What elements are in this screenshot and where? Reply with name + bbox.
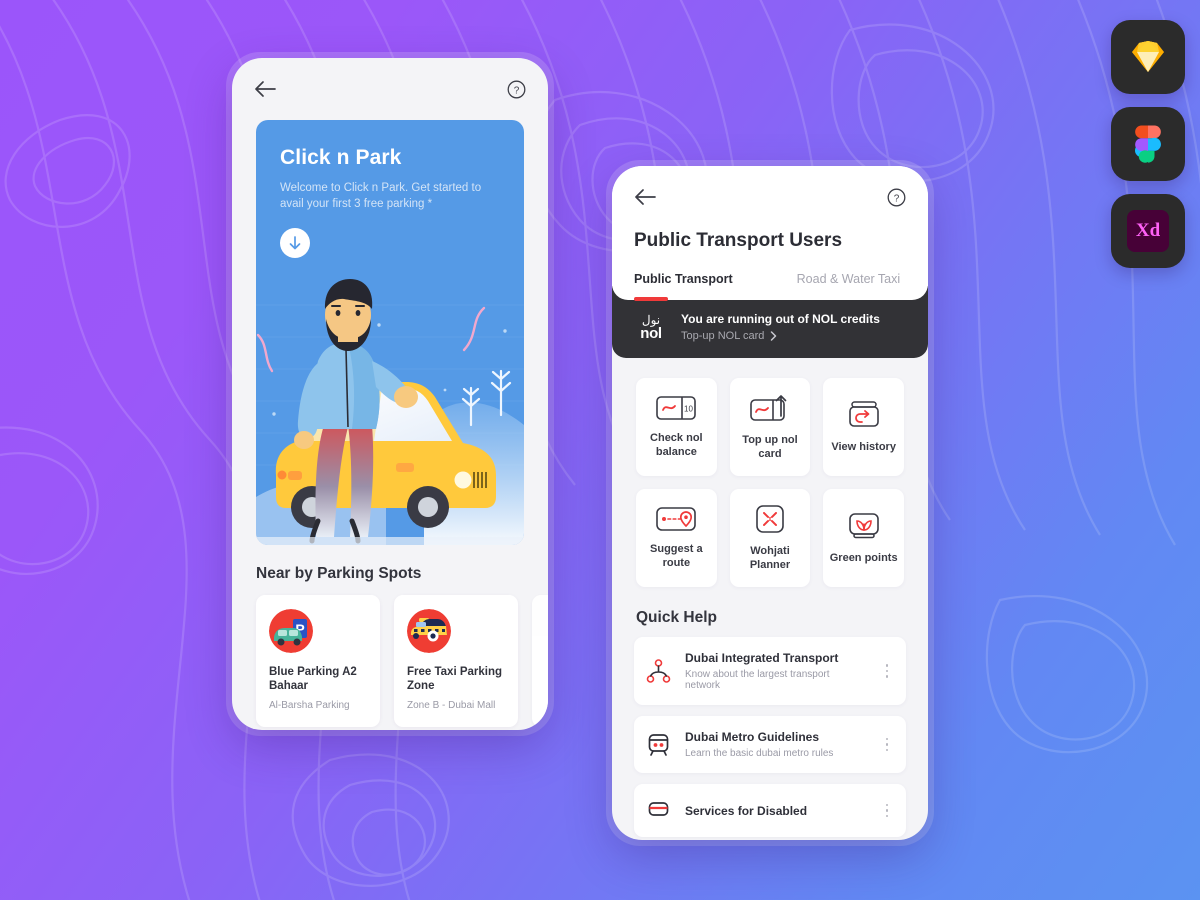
kebab-menu-icon[interactable] — [880, 737, 894, 752]
hero-title: Click n Park — [280, 146, 402, 169]
tab-road-water-taxi[interactable]: Road & Water Taxi — [797, 272, 901, 298]
spot-name: Free Taxi Parking Zone — [407, 666, 503, 692]
phone-screen-click-n-park: ? Click n Park Welcome to Click n Park. … — [232, 58, 548, 730]
nol-logo: نول nol — [634, 314, 668, 341]
tile-suggest-a-route[interactable]: Suggest a route — [636, 489, 717, 587]
nol-banner-text: You are running out of NOL credits Top-u… — [681, 312, 880, 342]
click-n-park-hero-card[interactable]: Click n Park Welcome to Click n Park. Ge… — [256, 120, 524, 545]
list-item-partial[interactable] — [532, 595, 548, 727]
design-tool-icon-rail: Xd — [1111, 20, 1185, 268]
parking-sign-car-icon: P — [269, 609, 313, 653]
tile-label: Suggest a route — [650, 542, 703, 569]
list-item[interactable]: P Blue Parking A2 Bahaar Al-Barsha Parki… — [256, 595, 380, 727]
help-name: Dubai Metro Guidelines — [685, 730, 820, 744]
metro-train-icon — [646, 732, 672, 757]
tile-top-up-nol-card[interactable]: Top up nol card — [729, 378, 811, 476]
svg-text:?: ? — [894, 193, 900, 204]
figma-app-icon[interactable] — [1111, 107, 1185, 181]
arrow-left-icon[interactable] — [254, 80, 276, 98]
question-circle-icon[interactable]: ? — [507, 80, 526, 99]
spot-sub: Zone B - Dubai Mall — [407, 700, 496, 711]
hero-subtitle: Welcome to Click n Park. Get started to … — [280, 182, 482, 210]
quick-help-title: Quick Help — [636, 609, 717, 626]
tile-view-history[interactable]: View history — [823, 378, 904, 476]
spot-sub: Al-Barsha Parking — [269, 700, 350, 711]
tile-label: Green points — [829, 551, 898, 564]
list-item[interactable]: Dubai Metro Guidelines Learn the basic d… — [634, 716, 906, 773]
tab-public-transport[interactable]: Public Transport — [634, 272, 733, 301]
svg-text:?: ? — [514, 85, 520, 96]
phone-screen-public-transport: ? Public Transport Users Public Transpor… — [612, 166, 928, 840]
man-with-car-illustration — [256, 279, 524, 545]
sketch-app-icon[interactable] — [1111, 20, 1185, 94]
kebab-menu-icon[interactable] — [880, 803, 894, 818]
phone1-navbar: ? — [232, 58, 548, 120]
phone2-navbar: ? — [612, 166, 928, 228]
spot-name: Blue Parking A2 Bahaar — [269, 666, 357, 692]
adobe-xd-app-icon[interactable]: Xd — [1111, 194, 1185, 268]
tile-wohjati-planner[interactable]: Wohjati Planner — [729, 489, 811, 587]
help-desc: Learn the basic dubai metro rules — [685, 748, 834, 759]
arrow-down-icon[interactable] — [280, 228, 310, 258]
help-text: Services for Disabled — [685, 804, 867, 818]
nol-banner-message: You are running out of NOL credits — [681, 312, 880, 326]
arrow-left-icon[interactable] — [634, 188, 656, 206]
topographic-background-pattern — [0, 0, 1200, 900]
transport-network-icon — [646, 658, 672, 684]
help-desc: Know about the largest transport network — [685, 669, 830, 691]
page-title: Public Transport Users — [634, 230, 843, 251]
help-name: Dubai Integrated Transport — [685, 651, 839, 665]
tab-bar: Public Transport Road & Water Taxi — [612, 252, 928, 301]
chevron-right-icon — [771, 331, 777, 341]
list-item[interactable]: Free Taxi Parking Zone Zone B - Dubai Ma… — [394, 595, 518, 727]
phone2-header: ? Public Transport Users Public Transpor… — [612, 166, 928, 301]
nol-card-topup-icon — [750, 394, 787, 421]
list-item[interactable]: Dubai Integrated Transport Know about th… — [634, 637, 906, 705]
nearby-parking-title: Near by Parking Spots — [256, 565, 422, 582]
hero-text-block: Click n Park Welcome to Click n Park. Ge… — [256, 120, 524, 258]
svg-text:10: 10 — [684, 404, 693, 413]
question-circle-icon[interactable]: ? — [887, 188, 906, 207]
nol-topup-label: Top-up NOL card — [681, 330, 765, 342]
kebab-menu-icon[interactable] — [880, 664, 894, 678]
nol-card-balance-icon: 10 — [656, 395, 697, 420]
tile-label: Wohjati Planner — [749, 544, 791, 571]
help-text: Dubai Metro Guidelines Learn the basic d… — [685, 730, 867, 759]
list-item[interactable]: Services for Disabled — [634, 784, 906, 837]
nearby-parking-list: P Blue Parking A2 Bahaar Al-Barsha Parki… — [232, 595, 548, 727]
history-undo-icon — [848, 400, 879, 427]
accessible-train-icon — [646, 798, 672, 823]
help-name: Services for Disabled — [685, 803, 808, 818]
quick-help-list: Dubai Integrated Transport Know about th… — [612, 637, 928, 837]
route-pin-icon — [656, 506, 697, 531]
service-tile-grid: 10 Check nol balance Top up nol card Vie… — [612, 358, 928, 587]
tile-green-points[interactable]: Green points — [823, 489, 904, 587]
taxi-car-icon — [407, 609, 451, 653]
nol-logo-latin: nol — [640, 324, 662, 342]
green-leaf-icon — [848, 512, 879, 538]
nol-topup-link[interactable]: Top-up NOL card — [681, 330, 880, 342]
tile-check-nol-balance[interactable]: 10 Check nol balance — [636, 378, 717, 476]
wohjati-planner-icon — [756, 504, 784, 533]
tile-label: Check nol balance — [650, 431, 703, 458]
nol-logo-arabic: نول — [641, 312, 661, 327]
tile-label: Top up nol card — [742, 433, 798, 460]
help-text: Dubai Integrated Transport Know about th… — [685, 651, 867, 691]
tile-label: View history — [831, 440, 896, 453]
adobe-xd-label: Xd — [1135, 220, 1161, 241]
